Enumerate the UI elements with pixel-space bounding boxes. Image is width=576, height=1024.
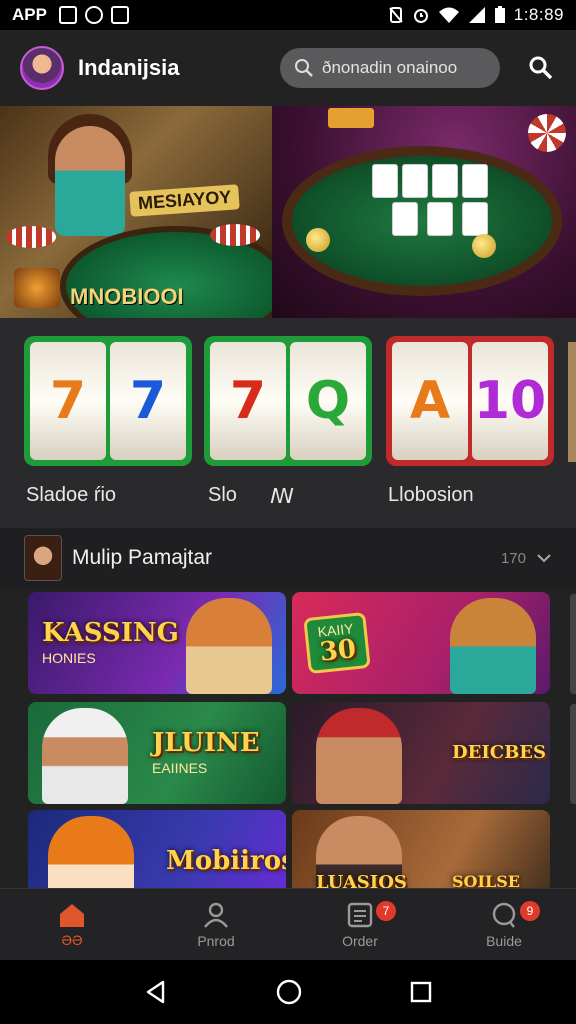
banner-poker[interactable] <box>272 106 576 318</box>
sign-plate <box>328 108 374 128</box>
playing-card <box>462 202 488 236</box>
section-thumbnail <box>24 535 62 581</box>
shield-icon <box>84 6 103 24</box>
chip-stack <box>6 226 56 248</box>
mascot-fox <box>186 598 272 694</box>
gold-coin <box>306 228 330 252</box>
search-button[interactable] <box>526 53 556 83</box>
game-title: Mobiiros <box>166 846 286 876</box>
slot-card-2[interactable]: 7 Q <box>204 336 372 466</box>
notification-badge: 7 <box>376 901 396 921</box>
battery-icon <box>494 6 505 23</box>
game-subtitle: HONIES <box>42 650 96 666</box>
slot-reel: A <box>392 342 468 460</box>
game-tile[interactable]: KAIIY 30 <box>292 592 550 694</box>
game-tile[interactable]: LUASIOS SOILSE <box>292 810 550 888</box>
roulette-icon <box>528 114 566 152</box>
gold-coin <box>472 234 496 258</box>
profile-icon <box>204 902 228 928</box>
signal-icon <box>468 7 485 23</box>
playing-card <box>462 164 488 198</box>
home-circle-icon[interactable] <box>275 978 303 1006</box>
tile-peek[interactable] <box>570 704 576 804</box>
notification-badge: 9 <box>520 901 540 921</box>
section-header: Mulip Pamajtar 170 <box>0 528 576 588</box>
status-app-label: APP <box>12 5 47 24</box>
slot-label[interactable]: Slo <box>208 484 237 507</box>
playing-card <box>432 164 458 198</box>
nav-chat[interactable]: Buide 9 <box>432 889 576 960</box>
status-bar: APP 1:8:89 <box>0 0 576 30</box>
bottom-nav: ƏƏ Pnrod Order 7 Buide 9 <box>0 888 576 960</box>
slot-card-3[interactable]: A 10 <box>386 336 554 466</box>
mascot-lion <box>450 598 536 694</box>
section-count: 170 <box>500 549 526 567</box>
nav-label: Order <box>342 932 378 949</box>
tile-peek[interactable] <box>570 594 576 694</box>
slot-label[interactable]: Llobosion <box>388 484 474 507</box>
game-title: LUASIOS <box>316 872 407 889</box>
character-pirate <box>316 708 402 804</box>
game-tile[interactable]: KASSING HONIES <box>28 592 286 694</box>
jackpot-icon <box>14 268 60 308</box>
slot-card-peek[interactable] <box>568 342 576 462</box>
system-nav-bar <box>0 960 576 1024</box>
playing-card <box>402 164 428 198</box>
playing-card <box>427 202 453 236</box>
search-input[interactable]: ðnonadin onainoo <box>280 48 500 88</box>
promo-banner[interactable]: MESIAYOY MNOBIOOI <box>0 106 576 318</box>
search-icon <box>529 56 553 80</box>
chat-icon <box>492 902 516 928</box>
home-icon <box>60 903 84 927</box>
slot-label[interactable]: Sladoe ŕio <box>26 484 116 507</box>
alarm-icon <box>413 9 428 23</box>
slot-reel: 7 <box>30 342 106 460</box>
slot-games-row: 7 7 Sladoe ŕio 7 Q Slo ꟿ A 10 Llobosion <box>0 318 576 528</box>
character-figure <box>42 708 128 804</box>
banner-caption: MNOBIOOI <box>70 284 184 309</box>
game-tile[interactable]: JLUINE EAIINES <box>28 702 286 804</box>
game-subtitle: SOILSE <box>452 872 520 889</box>
playing-card <box>392 202 418 236</box>
nav-label: Pnrod <box>197 932 235 949</box>
game-tile[interactable]: DEICBES <box>292 702 550 804</box>
slot-reel: 10 <box>472 342 548 460</box>
slot-reel: Q <box>290 342 366 460</box>
playing-card <box>372 164 398 198</box>
game-title: JLUINE <box>152 728 260 758</box>
game-title: 30 <box>318 634 358 668</box>
nav-home[interactable]: ƏƏ <box>0 889 144 960</box>
no-sim-icon <box>388 7 403 23</box>
slot-reel: 7 <box>110 342 186 460</box>
slot-reel: 7 <box>210 342 286 460</box>
game-grid: KASSING HONIES KAIIY 30 JLUINE EAIINES D… <box>0 588 576 888</box>
app-title: Indanijsia <box>78 55 180 80</box>
avatar[interactable] <box>20 46 64 90</box>
game-title: DEICBES <box>452 741 547 763</box>
slot-label-mark: ꟿ <box>270 486 294 508</box>
nav-label: Buide <box>486 932 522 949</box>
search-icon <box>295 59 313 77</box>
order-icon <box>347 902 373 927</box>
mascot-fox <box>48 816 134 888</box>
section-title: Mulip Pamajtar <box>72 546 213 569</box>
nav-label: ƏƏ <box>61 931 83 948</box>
dealer-body <box>55 126 125 236</box>
game-title: KASSING <box>42 618 179 648</box>
recents-icon[interactable] <box>409 980 433 1004</box>
image-icon <box>110 6 129 24</box>
gallery-icon <box>58 6 77 24</box>
search-placeholder: ðnonadin onainoo <box>322 58 458 77</box>
status-time: 1:8:89 <box>513 5 564 24</box>
back-icon[interactable] <box>143 979 169 1005</box>
nav-profile[interactable]: Pnrod <box>144 889 288 960</box>
game-tile[interactable]: Mobiiros <box>28 810 286 888</box>
chevron-down-icon[interactable] <box>536 552 552 564</box>
chip-stack <box>210 224 260 246</box>
game-subtitle: EAIINES <box>152 760 208 776</box>
app-header: Indanijsia ðnonadin onainoo <box>0 30 576 106</box>
slot-card-1[interactable]: 7 7 <box>24 336 192 466</box>
wifi-icon <box>438 7 459 23</box>
nav-order[interactable]: Order 7 <box>288 889 432 960</box>
